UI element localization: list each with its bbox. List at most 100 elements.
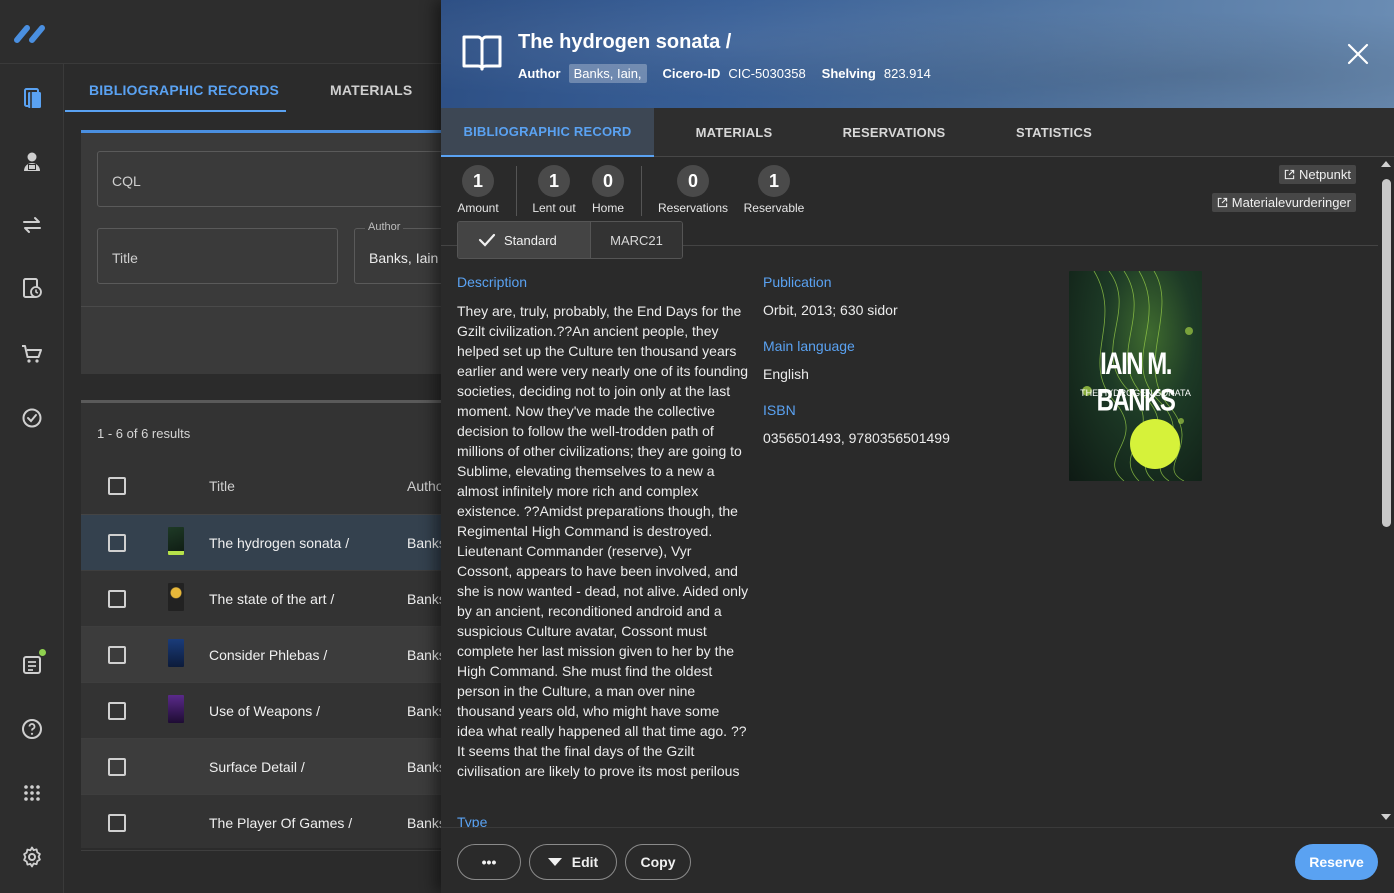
scroll-down-arrow[interactable] [1381, 814, 1391, 820]
close-icon[interactable] [1346, 42, 1370, 66]
main-language-value: English [763, 366, 809, 382]
row-title: The hydrogen sonata / [209, 535, 350, 551]
standard-view-button[interactable]: Standard [458, 222, 590, 258]
stat-home: 0 Home [591, 165, 625, 215]
patron-icon[interactable] [16, 146, 48, 178]
row-title: Consider Phlebas / [209, 647, 328, 663]
stat-label: Reservable [743, 201, 805, 215]
loans-transfer-icon[interactable] [16, 209, 48, 241]
results-table: 1 - 6 of 6 results Title Autho The hydro… [81, 400, 451, 851]
publication-label: Publication [763, 274, 832, 290]
news-icon[interactable] [16, 649, 48, 681]
action-footer: ••• Edit Copy Reserve [441, 827, 1394, 893]
stat-label: Lent out [532, 201, 576, 215]
materialevurderinger-link[interactable]: Materialevurderinger [1211, 193, 1356, 212]
book-thumbnail [168, 527, 184, 555]
tab-bibliographic-record[interactable]: BIBLIOGRAPHIC RECORD [441, 108, 654, 157]
app-logo[interactable] [14, 22, 50, 44]
tab-materials[interactable]: MATERIALS [673, 108, 795, 157]
row-checkbox[interactable] [108, 814, 126, 832]
select-all-checkbox[interactable] [108, 477, 126, 495]
isbn-value: 0356501493, 9780356501499 [763, 430, 950, 446]
cover-title: THE HYDROGEN SONATA [1080, 388, 1191, 398]
cql-input[interactable]: CQL [97, 151, 457, 207]
edit-label: Edit [571, 854, 599, 870]
help-icon[interactable] [16, 713, 48, 745]
row-title: The state of the art / [209, 591, 335, 607]
settings-gear-icon[interactable] [16, 841, 48, 873]
more-actions-button[interactable]: ••• [457, 844, 521, 880]
book-cover: IAIN M. BANKS THE HYDROGEN SONATA [1069, 271, 1202, 481]
cicero-id: CIC-5030358 [728, 66, 806, 81]
author-chip[interactable]: Banks, Iain, [568, 64, 647, 83]
table-row[interactable]: Use of Weapons / Banks [81, 683, 451, 739]
link-label: Materialevurderinger [1231, 195, 1351, 210]
tab-reservations[interactable]: RESERVATIONS [829, 108, 959, 157]
reserve-label: Reserve [1309, 854, 1364, 870]
left-nav-rail [0, 64, 64, 893]
cover-author: IAIN M. BANKS [1096, 346, 1176, 419]
book-clock-icon[interactable] [16, 272, 48, 304]
publication-value: Orbit, 2013; 630 sidor [763, 302, 898, 318]
edit-button[interactable]: Edit [529, 844, 617, 880]
view-mode-toggle: Standard MARC21 [457, 221, 683, 259]
vertical-scrollbar[interactable] [1378, 157, 1394, 827]
table-row[interactable]: The hydrogen sonata / Banks [81, 515, 451, 571]
cart-icon[interactable] [16, 338, 48, 370]
table-row[interactable]: The Player Of Games / Banks [81, 795, 451, 851]
stat-label: Home [591, 201, 624, 215]
record-title: The hydrogen sonata / [518, 31, 732, 53]
type-label: Type [457, 814, 488, 827]
row-checkbox[interactable] [108, 534, 126, 552]
stat-label: Reservations [658, 201, 729, 215]
table-row[interactable]: Surface Detail / Banks [81, 739, 451, 795]
search-form: CQL Title Author Banks, Iain [81, 130, 464, 374]
tab-materials[interactable]: MATERIALS [330, 82, 412, 98]
stat-label: Amount [457, 201, 499, 215]
tab-statistics[interactable]: STATISTICS [1001, 108, 1107, 157]
check-circle-icon[interactable] [16, 402, 48, 434]
record-detail-panel: The hydrogen sonata / Author Banks, Iain,… [441, 0, 1394, 893]
stat-reservations: 0 Reservations [658, 165, 728, 215]
cicero-label: Cicero-ID [662, 66, 721, 81]
copy-button[interactable]: Copy [625, 844, 691, 880]
divider [641, 166, 642, 216]
column-author[interactable]: Autho [407, 478, 444, 494]
table-row[interactable]: Consider Phlebas / Banks [81, 627, 451, 683]
table-row[interactable]: The state of the art / Banks [81, 571, 451, 627]
reserve-button[interactable]: Reserve [1295, 844, 1378, 880]
shelving-value: 823.914 [883, 66, 931, 81]
marc21-view-button[interactable]: MARC21 [590, 222, 682, 258]
scroll-thumb[interactable] [1382, 179, 1391, 527]
stat-value: 1 [462, 165, 494, 197]
detail-tabs: BIBLIOGRAPHIC RECORD MATERIALS RESERVATI… [441, 108, 1394, 157]
scroll-up-arrow[interactable] [1381, 161, 1391, 167]
column-title[interactable]: Title [209, 478, 235, 494]
row-checkbox[interactable] [108, 646, 126, 664]
stat-lent-out: 1 Lent out [532, 165, 576, 215]
title-input[interactable]: Title [97, 228, 338, 284]
row-checkbox[interactable] [108, 758, 126, 776]
external-link-icon [1284, 169, 1295, 180]
row-title: The Player Of Games / [209, 815, 353, 831]
more-label: ••• [481, 854, 497, 870]
apps-grid-icon[interactable] [16, 777, 48, 809]
row-title: Surface Detail / [209, 759, 305, 775]
stat-value: 0 [677, 165, 709, 197]
stat-value: 0 [592, 165, 624, 197]
check-icon [478, 233, 496, 247]
record-content: 1 Amount 1 Lent out 0 Home 0 Reservation… [441, 157, 1378, 827]
copy-label: Copy [640, 854, 676, 870]
row-checkbox[interactable] [108, 590, 126, 608]
active-tab-indicator [65, 110, 286, 112]
row-title: Use of Weapons / [209, 703, 321, 719]
description-text: They are, truly, probably, the End Days … [457, 303, 749, 779]
books-icon[interactable] [16, 82, 48, 114]
external-link-icon [1217, 197, 1227, 208]
caret-down-icon [547, 858, 562, 866]
divider [516, 166, 517, 216]
tab-bibliographic-records[interactable]: BIBLIOGRAPHIC RECORDS [89, 82, 279, 98]
netpunkt-link[interactable]: Netpunkt [1278, 165, 1356, 184]
row-checkbox[interactable] [108, 702, 126, 720]
view-label: MARC21 [610, 232, 663, 248]
